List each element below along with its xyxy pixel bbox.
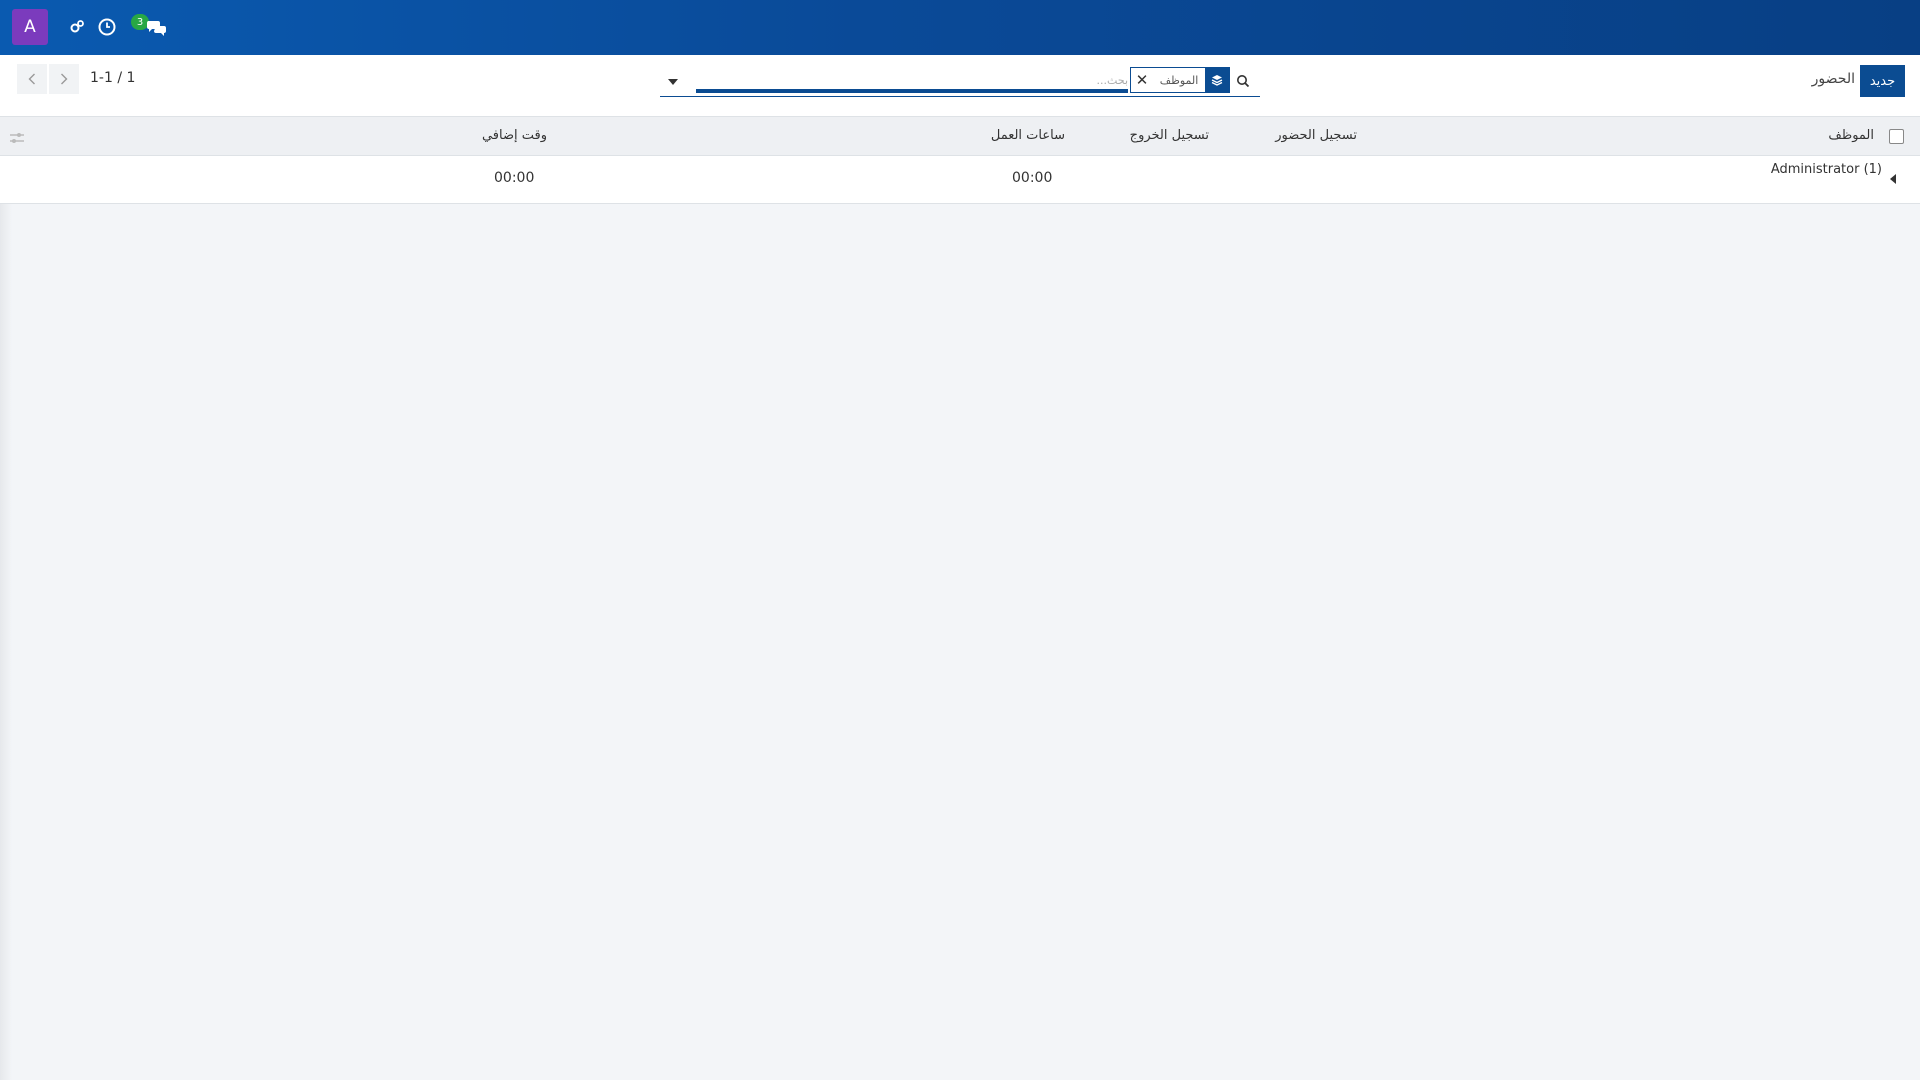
table-header: الموظف تسجيل الحضور تسجيل الخروج ساعات ا… [0, 117, 1920, 156]
chevron-left-icon [28, 73, 35, 85]
user-avatar[interactable]: A [12, 9, 48, 45]
group-label: Administrator (1) [1770, 162, 1882, 177]
pager-value[interactable]: 1-1 / 1 [90, 70, 135, 86]
column-settings-icon[interactable] [9, 129, 25, 143]
facet-label: الموظف [1153, 68, 1205, 92]
control-panel: جديد الحضور ✕ الموظف 1-1 / 1 [0, 55, 1920, 117]
column-header-worked-hours[interactable]: ساعات العمل [991, 128, 1065, 143]
gear-icon[interactable] [66, 16, 88, 38]
new-button[interactable]: جديد [1860, 65, 1905, 97]
search-bar: ✕ الموظف [660, 67, 1260, 97]
clock-icon[interactable] [96, 16, 118, 38]
top-navbar: A 3 [0, 0, 1920, 55]
search-icon[interactable] [1232, 70, 1254, 92]
search-facet: ✕ الموظف [1130, 67, 1230, 93]
breadcrumb: الحضور [1811, 71, 1855, 87]
group-worked-hours: 00:00 [1012, 170, 1053, 186]
pager-next-button[interactable] [49, 64, 79, 94]
table-group-row[interactable]: Administrator (1) 00:00 00:00 [0, 156, 1920, 204]
column-header-employee[interactable]: الموظف [1828, 128, 1874, 143]
chevron-down-icon[interactable] [666, 75, 680, 89]
select-all-checkbox[interactable] [1889, 129, 1904, 144]
side-shadow [0, 204, 12, 1080]
column-header-check-in[interactable]: تسجيل الحضور [1275, 128, 1357, 143]
group-overtime: 00:00 [494, 170, 535, 186]
chevron-right-icon [61, 73, 68, 85]
pager-previous-button[interactable] [17, 64, 47, 94]
column-header-check-out[interactable]: تسجيل الخروج [1130, 128, 1209, 143]
chat-icon[interactable] [144, 16, 170, 38]
remove-facet-icon[interactable]: ✕ [1131, 68, 1153, 92]
search-input[interactable] [696, 71, 1128, 93]
layers-icon [1205, 68, 1229, 92]
caret-left-icon[interactable] [1890, 169, 1900, 184]
column-header-overtime[interactable]: وقت إضافي [482, 128, 547, 143]
